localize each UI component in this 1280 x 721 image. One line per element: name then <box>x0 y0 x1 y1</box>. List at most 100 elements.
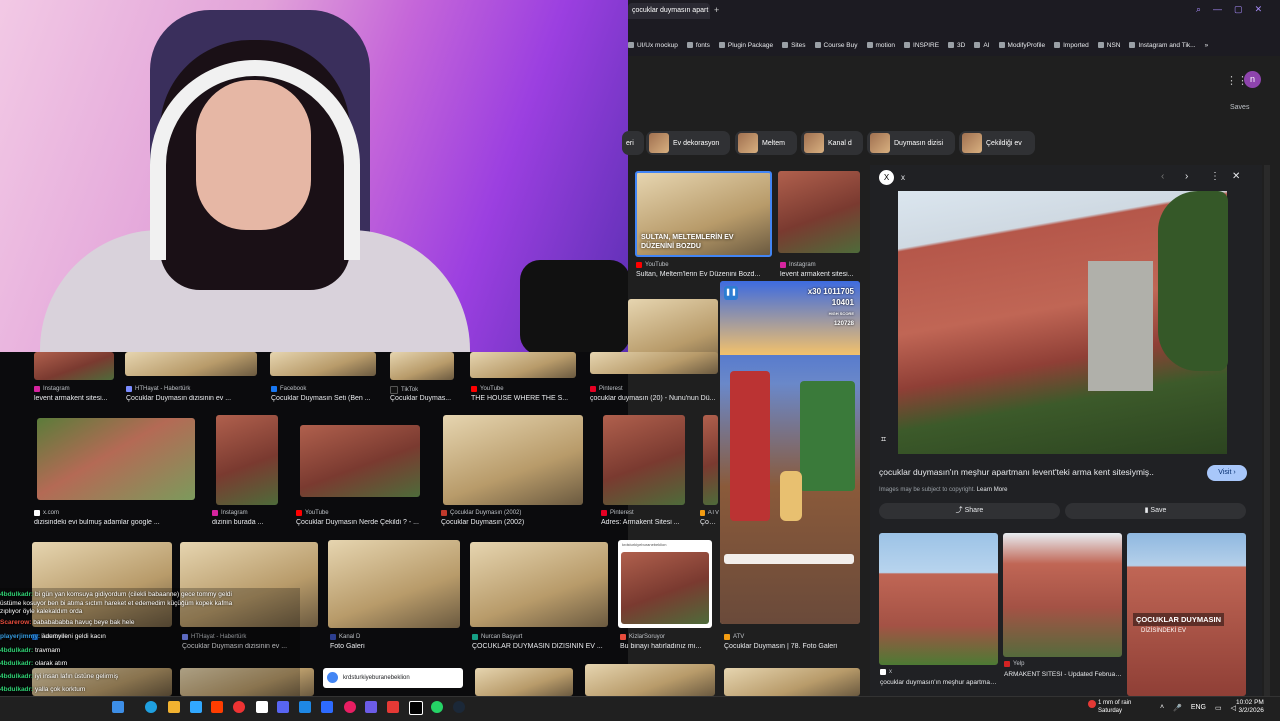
result-caption[interactable]: levent armakent sitesi... <box>34 395 114 402</box>
chip-duymasin-dizisi[interactable]: Duymasın dizisi <box>867 131 955 155</box>
chrome-icon[interactable] <box>233 701 245 713</box>
panel-source-name[interactable]: x <box>901 173 905 182</box>
result-image[interactable]: SULTAN, MELTEMLERİN EV DÜZENİNİ BOZDU <box>635 171 772 257</box>
result-caption[interactable]: ÇOCUKLAR DUYMASIN DİZİSİNİN EV ... <box>472 643 610 650</box>
photoshop-icon[interactable] <box>190 701 202 713</box>
result-caption[interactable]: Çocuklar Duymasın Seti (Ben ... <box>271 395 376 402</box>
panel-title[interactable]: çocuklar duymasın'ın meşhur apartmanı le… <box>879 467 1199 477</box>
save-button[interactable]: ▮ Save <box>1065 503 1246 519</box>
chip-cekildigi-ev[interactable]: Çekildiği ev <box>959 131 1035 155</box>
result-caption[interactable]: Bu binayı hatırladınız mı... <box>620 643 716 650</box>
minimize-button[interactable]: — <box>1213 4 1222 15</box>
result-caption[interactable]: levent armakent sitesi... <box>780 271 860 278</box>
result-caption[interactable]: Foto Galeri <box>330 643 450 650</box>
bookmark-item[interactable]: AI <box>974 42 990 49</box>
result-image[interactable] <box>585 664 715 696</box>
result-caption[interactable]: çocuklar duymasın (20) - Nunu'nun Dü... <box>590 395 718 402</box>
folder-icon[interactable] <box>168 701 180 713</box>
saves-link[interactable]: Saves <box>1230 104 1249 111</box>
bookmark-item[interactable]: Sites <box>782 42 806 49</box>
new-tab-button[interactable]: + <box>714 5 719 15</box>
result-image[interactable] <box>470 542 608 627</box>
browser-tab[interactable]: çocuklar duymasın apart <box>628 3 710 19</box>
next-arrow-icon[interactable]: › <box>1185 171 1188 182</box>
result-image[interactable] <box>724 668 860 696</box>
related-image[interactable]: ÇOCUKLAR DUYMASIN DİZİSİNDEKİ EV <box>1127 533 1246 696</box>
more-options-icon[interactable]: ⋮ <box>1210 171 1220 182</box>
file-explorer-icon[interactable] <box>112 701 124 713</box>
result-caption[interactable]: çocuklar duymasın'ın meşhur apartman... <box>880 679 998 686</box>
result-image[interactable] <box>590 352 718 374</box>
language-indicator[interactable]: ENG <box>1191 704 1206 712</box>
chip-kanal-d[interactable]: Kanal d <box>801 131 863 155</box>
result-caption[interactable]: Çocuklar Duymasın dizisinin ev ... <box>126 395 256 402</box>
vscode-icon[interactable] <box>299 701 311 713</box>
result-image[interactable] <box>270 352 376 376</box>
result-caption[interactable]: Sultan, Meltem'lerin Ev Düzenini Bozd... <box>636 271 768 278</box>
related-image[interactable] <box>879 533 998 665</box>
learn-more-link[interactable]: Learn More <box>977 487 1008 493</box>
url-search-box[interactable]: krdsturkiyeburanebeklion <box>323 668 463 688</box>
avatar[interactable]: n <box>1244 71 1261 88</box>
clock[interactable]: 10:02 PM 3/2/2026 <box>1236 699 1264 715</box>
result-caption[interactable]: dizinin burada ... <box>212 519 282 526</box>
prev-arrow-icon[interactable]: ‹ <box>1161 171 1164 182</box>
close-button[interactable]: ✕ <box>1255 4 1263 15</box>
bookmark-item[interactable]: INSPIRE <box>904 42 939 49</box>
bookmark-item[interactable]: 3D <box>948 42 965 49</box>
result-image[interactable] <box>328 540 460 628</box>
result-caption[interactable]: dizisindeki evi bulmuş adamlar google ..… <box>34 519 194 526</box>
bookmark-item[interactable]: Instagram and Tik... <box>1129 42 1196 49</box>
result-caption[interactable]: THE HOUSE WHERE THE S... <box>471 395 576 402</box>
app-icon[interactable] <box>344 701 356 713</box>
chip-ev-dekorasyon[interactable]: Ev dekorasyon <box>646 131 730 155</box>
result-image[interactable] <box>300 425 420 497</box>
result-image[interactable]: krdsturkiyeburanebeklion <box>618 540 712 628</box>
visit-button[interactable]: Visit › <box>1207 465 1247 481</box>
whatsapp-icon[interactable] <box>431 701 443 713</box>
weather-widget[interactable]: 1 mm of rain Saturday <box>1098 699 1131 715</box>
result-caption[interactable]: Çocuklar Duymasın Nerde Çekildi ? - ... <box>296 519 426 526</box>
network-icon[interactable]: ▭ <box>1215 704 1222 712</box>
app-icon[interactable] <box>387 701 399 713</box>
result-image[interactable] <box>390 352 454 380</box>
result-caption[interactable]: Çocu... <box>700 519 719 526</box>
result-image[interactable] <box>37 418 195 500</box>
discord-icon[interactable] <box>277 701 289 713</box>
bookmark-item[interactable]: NSN <box>1097 42 1120 49</box>
app-icon[interactable] <box>365 701 377 713</box>
edge-icon[interactable] <box>145 701 157 713</box>
result-image[interactable] <box>703 415 718 505</box>
bookmark-item[interactable]: Course Buy <box>814 42 858 49</box>
bookmark-item[interactable]: fonts <box>686 42 710 49</box>
share-button[interactable]: ⤴ Share <box>879 503 1060 519</box>
close-icon[interactable]: ✕ <box>1232 171 1240 182</box>
result-image[interactable] <box>475 668 573 696</box>
result-image[interactable] <box>34 352 114 380</box>
maximize-button[interactable]: ▢ <box>1234 4 1243 15</box>
preview-image[interactable] <box>898 191 1228 454</box>
bookmark-item[interactable]: ModifyProfile <box>998 42 1045 49</box>
bookmark-item[interactable]: motion <box>866 42 895 49</box>
lens-search-icon[interactable]: ⌗ <box>881 434 886 445</box>
steam-icon[interactable] <box>453 701 465 713</box>
result-image[interactable] <box>443 415 583 505</box>
illustrator-icon[interactable] <box>211 701 223 713</box>
pause-icon[interactable]: ❚❚ <box>724 286 738 300</box>
result-caption[interactable]: Çocuklar Duymasın | 78. Foto Galeri <box>724 643 864 650</box>
result-caption[interactable]: ARMAKENT SITESI - Updated February... <box>1004 671 1122 678</box>
chevron-up-icon[interactable]: ˄ <box>1160 704 1164 712</box>
bookmark-item[interactable]: Imported <box>1054 42 1089 49</box>
result-image[interactable] <box>778 171 860 253</box>
search-icon[interactable]: ⌕ <box>1196 4 1201 15</box>
bookmark-item[interactable]: UI/Ux mockup <box>628 42 678 49</box>
result-caption[interactable]: Çocuklar Duymasın (2002) <box>441 519 581 526</box>
notion-icon[interactable] <box>256 701 268 713</box>
bookmark-item[interactable]: Plugin Package <box>718 42 773 49</box>
result-caption[interactable]: Çocuklar Duymas... <box>390 395 454 402</box>
result-image[interactable] <box>470 352 576 378</box>
chip-meltem[interactable]: Meltem <box>735 131 797 155</box>
result-image[interactable] <box>603 415 685 505</box>
result-image[interactable] <box>216 415 278 505</box>
related-image[interactable] <box>1003 533 1122 657</box>
